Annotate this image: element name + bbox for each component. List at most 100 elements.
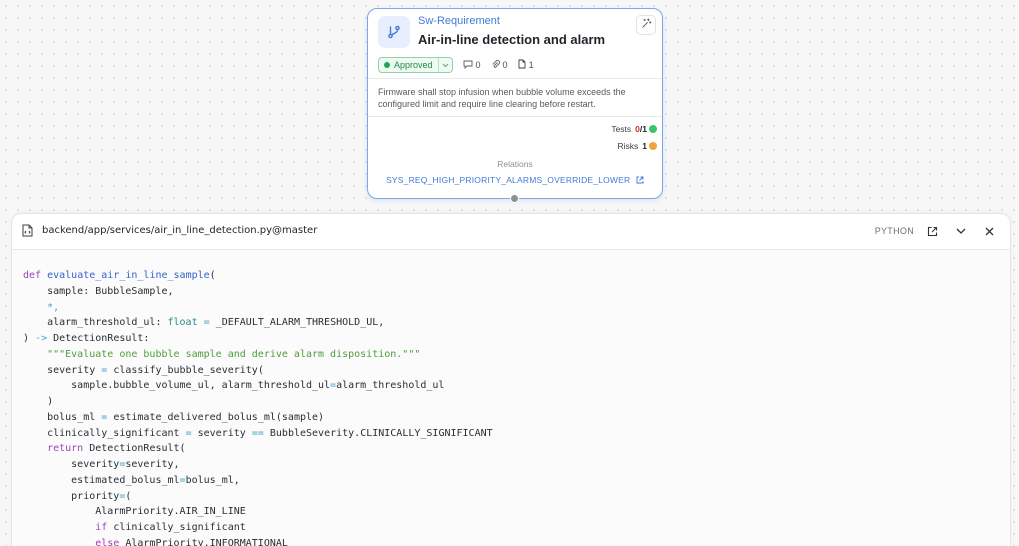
code-line: sample: BubbleSample, xyxy=(23,284,493,300)
tests-total: /1 xyxy=(639,124,647,134)
code-line: sample.bubble_volume_ul, alarm_threshold… xyxy=(23,378,493,394)
code-token: """Evaluate one bubble sample and derive… xyxy=(23,348,421,360)
comments-count[interactable]: 0 xyxy=(463,60,481,71)
divider xyxy=(368,116,662,117)
relations-label: Relations xyxy=(497,159,533,169)
code-viewer-panel: backend/app/services/air_in_line_detecti… xyxy=(11,213,1011,546)
code-line: *, xyxy=(23,300,493,316)
code-token: severity xyxy=(23,459,120,470)
code-line: return DetectionResult( xyxy=(23,441,493,457)
status-dot xyxy=(384,62,390,68)
documents-count[interactable]: 1 xyxy=(518,59,534,71)
code-token: -> xyxy=(35,333,48,344)
document-icon xyxy=(518,59,529,71)
code-token: DetectionResult: xyxy=(47,333,150,344)
code-token: estimated_bolus_ml xyxy=(23,474,180,486)
external-link-icon xyxy=(633,175,644,185)
code-token: AlarmPriority.INFORMATIONAL xyxy=(119,537,288,546)
code-line: estimated_bolus_ml=bolus_ml, xyxy=(23,473,493,489)
code-token: float xyxy=(167,317,198,329)
external-link-icon[interactable] xyxy=(924,223,940,239)
comments-count-value: 0 xyxy=(475,60,481,70)
code-token: bolus_ml xyxy=(23,411,102,423)
code-token: return xyxy=(23,443,84,455)
chevron-down-icon[interactable] xyxy=(437,58,452,72)
comment-icon xyxy=(463,60,476,71)
code-token: priority xyxy=(23,490,120,502)
code-line: """Evaluate one bubble sample and derive… xyxy=(23,347,493,363)
risks-stat[interactable]: Risks 1 xyxy=(617,141,657,151)
paperclip-icon xyxy=(491,59,503,71)
documents-count-value: 1 xyxy=(528,60,534,70)
code-token: == xyxy=(251,427,264,439)
code-token: clinically_significant xyxy=(107,522,246,533)
code-token: else xyxy=(23,537,120,546)
code-body[interactable]: def evaluate_air_in_line_sample( sample:… xyxy=(12,250,1010,546)
code-token: ( xyxy=(209,270,216,281)
code-token: DetectionResult( xyxy=(83,443,186,455)
node-description: Firmware shall stop infusion when bubble… xyxy=(378,87,626,109)
node-type-label: Sw-Requirement xyxy=(418,15,500,27)
relation-link-label: SYS_REQ_HIGH_PRIORITY_ALARMS_OVERRIDE_LO… xyxy=(386,175,631,185)
code-token: bolus_ml, xyxy=(185,474,240,486)
status-dropdown[interactable]: Approved xyxy=(378,57,453,73)
code-line: bolus_ml = estimate_delivered_bolus_ml(s… xyxy=(23,410,493,426)
code-line: priority=( xyxy=(23,489,493,505)
sparkle-icon xyxy=(641,16,652,34)
code-token: classify_bubble_severity( xyxy=(107,364,264,376)
divider xyxy=(368,78,662,79)
code-viewer-header: backend/app/services/air_in_line_detecti… xyxy=(12,214,1010,250)
code-line: ) xyxy=(23,394,493,410)
code-block: def evaluate_air_in_line_sample( sample:… xyxy=(23,268,493,546)
code-token: severity xyxy=(191,427,252,439)
risks-count: 1 xyxy=(642,141,647,151)
code-token: _DEFAULT_ALARM_THRESHOLD_UL, xyxy=(209,317,385,329)
code-token: sample: BubbleSample, xyxy=(23,285,174,297)
code-token: ) xyxy=(23,333,36,344)
code-token: clinically_significant xyxy=(23,427,186,439)
code-line: AlarmPriority.AIR_IN_LINE xyxy=(23,504,493,520)
close-icon[interactable] xyxy=(981,223,997,239)
chevron-down-icon[interactable] xyxy=(953,223,969,239)
tests-label: Tests xyxy=(611,124,632,134)
code-line: severity=severity, xyxy=(23,457,493,473)
code-line: clinically_significant = severity == Bub… xyxy=(23,426,493,442)
tests-stat[interactable]: Tests 0/1 xyxy=(611,124,657,134)
relation-link[interactable]: SYS_REQ_HIGH_PRIORITY_ALARMS_OVERRIDE_LO… xyxy=(368,175,662,185)
code-token: alarm_threshold_ul xyxy=(336,380,445,392)
code-token: sample.bubble_volume_ul, alarm_threshold… xyxy=(23,380,331,392)
node-meta-row: Approved 0 0 1 xyxy=(378,57,534,73)
status-label: Approved xyxy=(394,60,433,70)
file-path: backend/app/services/air_in_line_detecti… xyxy=(42,225,318,236)
code-token: def xyxy=(23,270,48,281)
code-token: *, xyxy=(23,301,60,313)
tests-status-dot xyxy=(649,125,657,133)
code-token: ( xyxy=(125,490,132,502)
node-title: Air-in-line detection and alarm xyxy=(418,32,606,47)
code-line: severity = classify_bubble_severity( xyxy=(23,363,493,379)
code-token: BubbleSeverity.CLINICALLY_SIGNIFICANT xyxy=(263,427,493,439)
branch-icon xyxy=(378,16,410,48)
attachments-count-value: 0 xyxy=(502,60,508,70)
code-line: def evaluate_air_in_line_sample( xyxy=(23,268,493,284)
code-token: severity, xyxy=(125,459,180,470)
language-label: PYTHON xyxy=(874,226,914,236)
code-line: alarm_threshold_ul: float = _DEFAULT_ALA… xyxy=(23,315,493,331)
attachments-count[interactable]: 0 xyxy=(491,59,508,71)
requirement-node-card[interactable]: Sw-Requirement Air-in-line detection and… xyxy=(367,8,663,203)
code-line: else AlarmPriority.INFORMATIONAL xyxy=(23,536,493,546)
file-code-icon xyxy=(22,224,33,242)
code-line: if clinically_significant xyxy=(23,520,493,536)
code-token: evaluate_air_in_line_sample xyxy=(47,270,210,281)
code-token: estimate_delivered_bolus_ml(sample) xyxy=(107,411,325,423)
ai-assist-button[interactable] xyxy=(636,15,656,35)
code-token: if xyxy=(23,522,108,533)
code-token: severity xyxy=(23,364,102,376)
code-token: alarm_threshold_ul: xyxy=(23,317,168,329)
code-token: AlarmPriority.AIR_IN_LINE xyxy=(23,506,246,518)
code-line: ) -> DetectionResult: xyxy=(23,331,493,347)
risks-label: Risks xyxy=(617,141,639,151)
code-token: ) xyxy=(23,396,54,407)
connection-handle[interactable] xyxy=(510,194,519,203)
risks-status-dot xyxy=(649,142,657,150)
